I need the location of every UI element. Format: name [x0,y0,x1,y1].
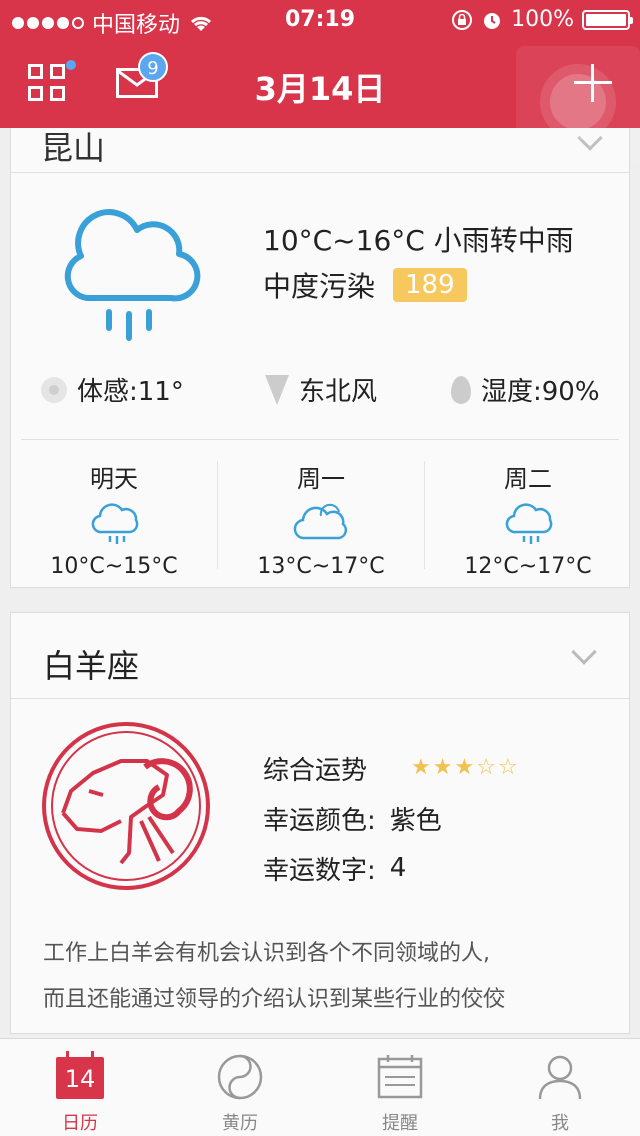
cloud-icon [293,503,348,540]
tab-almanac[interactable]: 黄历 [160,1039,320,1136]
fortune-label: 综合运势 [263,755,368,786]
air-quality: 中度污染 189 [263,265,467,305]
star-empty-icon: ☆ [497,755,518,780]
wind-direction-icon [265,374,289,405]
lucky-number-row: 幸运数字: 4 [263,843,518,893]
divider [21,439,619,440]
calendar-icon: 14 [56,1051,104,1099]
humidity-stat: 湿度:90% [451,371,600,408]
rating-stars: ★ ★ ★ ☆ ☆ [411,757,518,779]
horoscope-card: 白羊座 综合运势 ★ ★ ★ ☆ ☆ 幸运颜色: 紫色 幸运数字: 4 工作上白… [10,612,630,1034]
star-filled-icon: ★ [411,755,431,780]
forecast-day[interactable]: 周一 13°C~17°C [218,441,424,579]
rotation-lock-icon [452,9,473,30]
forecast-range: 13°C~17°C [257,554,385,579]
rain-cloud-icon [64,209,201,341]
forecast-day[interactable]: 明天 10°C~15°C [11,441,217,579]
rain-cloud-icon [91,503,139,544]
tab-reminder[interactable]: 提醒 [320,1039,480,1136]
star-filled-icon: ★ [432,755,453,780]
forecast-range: 12°C~17°C [464,554,592,579]
lucky-number-label: 幸运数字: [263,855,376,886]
forecast-day-label: 周一 [297,465,345,493]
tab-label: 提醒 [382,1113,418,1134]
rain-cloud-icon [505,503,553,544]
tab-label: 黄历 [222,1113,258,1134]
sun-icon [41,376,67,403]
feel-stat: 体感:11° [41,371,184,408]
add-button[interactable] [574,64,612,102]
weather-card: 昆山 10°C~16°C 小雨转中雨 中度污染 189 体感:11° 东北风 湿… [10,110,630,588]
description-line: 工作上白羊会有机会认识到各个不同领域的人, [43,941,490,966]
horoscope-card-header[interactable]: 白羊座 [11,613,629,699]
wind-value: 东北风 [299,377,378,407]
temperature-summary: 10°C~16°C 小雨转中雨 [263,219,574,259]
user-icon [538,1055,582,1100]
forecast-range: 10°C~15°C [50,554,178,579]
yin-yang-icon [217,1054,263,1100]
forecast-day[interactable]: 周二 12°C~17°C [425,441,631,579]
star-empty-icon: ☆ [476,755,496,780]
lucky-color-label: 幸运颜色: [263,805,376,836]
horoscope-description: 工作上白羊会有机会认识到各个不同领域的人, 而且还能通过领导的介绍认识到某些行业… [43,931,603,1023]
lucky-color-row: 幸运颜色: 紫色 [263,793,518,843]
tab-label: 我 [551,1113,569,1134]
aqi-badge: 189 [393,268,467,302]
calendar-app: 中国移动 07:19 100% 9 3月14日 昆山 10°C~16°C 小雨转… [0,0,640,1136]
weather-condition: 小雨转中雨 [433,224,574,257]
chevron-down-icon[interactable] [571,639,597,665]
tab-bar: 14 日历 黄历 提醒 我 [0,1038,640,1136]
tab-profile[interactable]: 我 [480,1039,640,1136]
forecast-day-label: 周二 [504,465,552,493]
fortune-row: 综合运势 ★ ★ ★ ☆ ☆ [263,743,518,793]
star-filled-icon: ★ [454,755,475,780]
battery-icon [582,9,633,30]
app-header: 中国移动 07:19 100% 9 3月14日 [0,0,640,166]
zodiac-name: 白羊座 [43,647,140,685]
aries-icon [42,722,210,890]
water-drop-icon [451,375,471,404]
wind-stat: 东北风 [265,371,377,408]
description-line: 而且还能通过领导的介绍认识到某些行业的佼佼 [43,987,506,1012]
horoscope-info: 综合运势 ★ ★ ★ ☆ ☆ 幸运颜色: 紫色 幸运数字: 4 [263,743,518,893]
lucky-color-value: 紫色 [389,805,442,836]
tab-label: 日历 [62,1113,98,1134]
temp-range: 10°C~16°C [263,224,425,257]
notepad-icon [377,1055,423,1099]
forecast-day-label: 明天 [90,465,138,493]
lucky-number-value: 4 [389,853,407,883]
forecast-list: 明天 10°C~15°C 周一 13°C~17°C 周二 12°C~17°C [11,441,629,581]
status-right: 100% [451,7,633,32]
weather-stats: 体感:11° 东北风 湿度:90% [11,363,629,413]
humidity-value: 湿度:90% [481,377,600,407]
status-bar: 中国移动 07:19 100% [0,0,640,40]
battery-percent: 100% [511,7,574,32]
nav-bar: 9 3月14日 [0,40,640,166]
feel-value: 体感:11° [77,377,184,407]
pollution-label: 中度污染 [263,270,376,303]
tab-calendar[interactable]: 14 日历 [0,1039,160,1136]
city-name: 昆山 [41,129,106,167]
alarm-icon [484,12,501,29]
